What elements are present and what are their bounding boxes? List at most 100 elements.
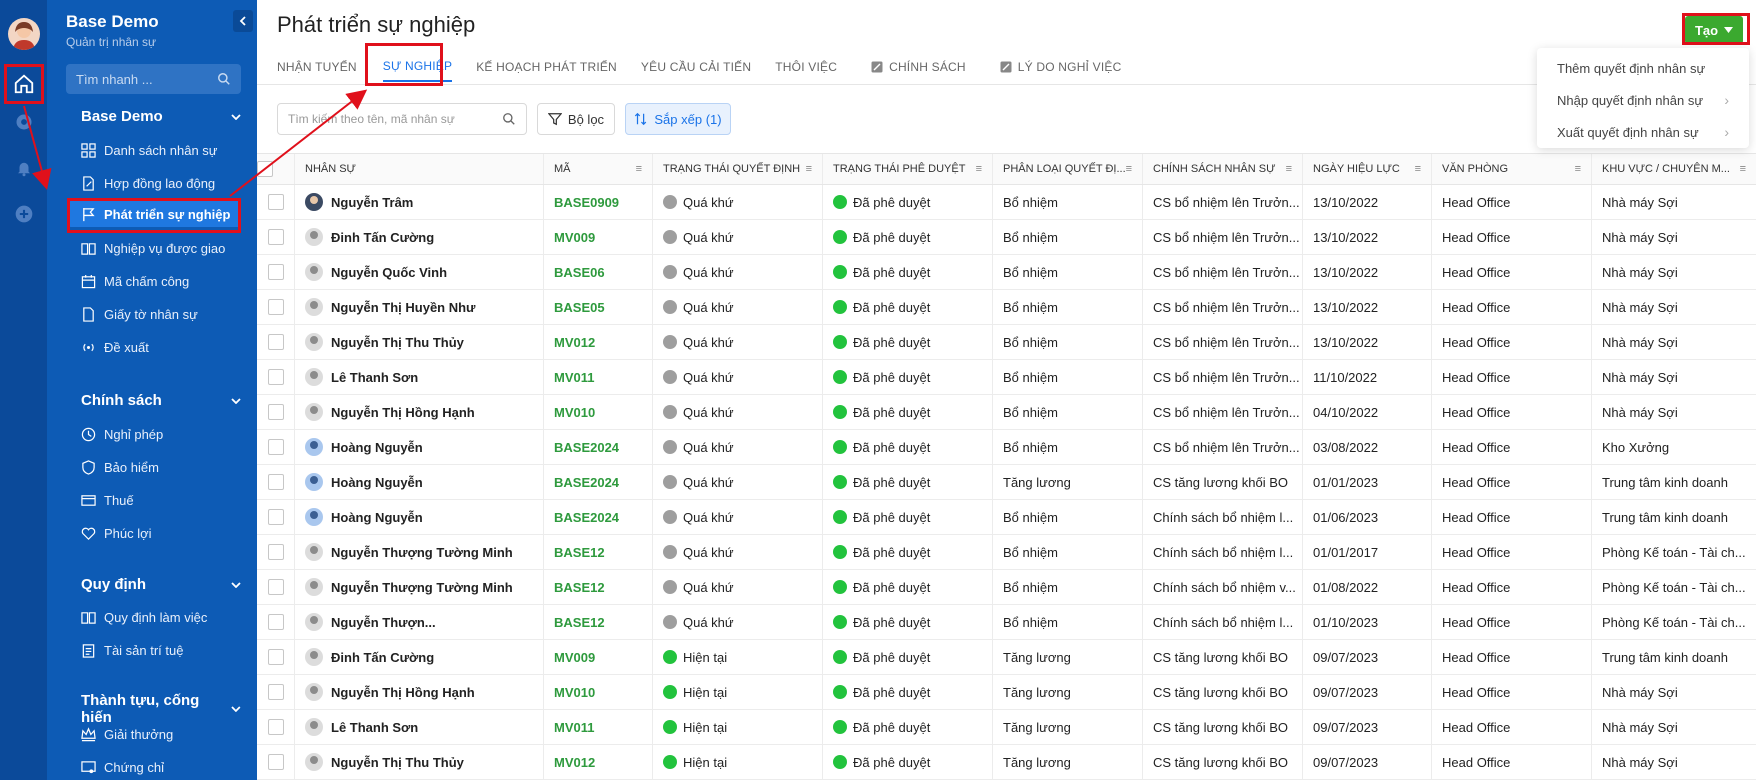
table-row[interactable]: Nguyễn Thượng Tường Minh BASE12 Quá khứ Đã …: [257, 570, 1756, 605]
bell-icon[interactable]: [8, 152, 40, 184]
table-row[interactable]: Lê Thanh Sơn MV011 Quá khứ Đã phê duyệt Bổ n…: [257, 360, 1756, 395]
employee-cell[interactable]: Lê Thanh Sơn: [295, 710, 544, 744]
employee-cell[interactable]: Đinh Tấn Cường: [295, 640, 544, 674]
row-checkbox[interactable]: [267, 194, 284, 210]
tab-recruitment[interactable]: NHẬN TUYỂN: [277, 52, 357, 82]
row-checkbox[interactable]: [267, 684, 284, 700]
sidebar-item-insurance[interactable]: Bảo hiểm: [81, 454, 241, 480]
table-row[interactable]: Đinh Tấn Cường MV009 Quá khứ Đã phê duyệt Bổ…: [257, 220, 1756, 255]
filter-button[interactable]: Bộ lọc: [537, 103, 615, 135]
table-row[interactable]: Nguyễn Thượn... BASE12 Quá khứ Đã phê duyệt…: [257, 605, 1756, 640]
sidebar-item-timekeeping-code[interactable]: Mã chấm công: [81, 268, 241, 294]
employee-cell[interactable]: Nguyễn Thị Thu Thủy: [295, 745, 544, 779]
row-checkbox[interactable]: [267, 509, 284, 525]
employee-cell[interactable]: Hoàng Nguyễn: [295, 500, 544, 534]
sidebar-section-policy[interactable]: Chính sách: [81, 392, 241, 409]
column-filter-icon[interactable]: ≡: [1286, 163, 1292, 175]
table-row[interactable]: Nguyễn Quốc Vinh BASE06 Quá khứ Đã phê duyệ…: [257, 255, 1756, 290]
row-checkbox[interactable]: [267, 264, 284, 280]
column-filter-icon[interactable]: ≡: [1126, 163, 1132, 175]
column-filter-icon[interactable]: ≡: [636, 163, 642, 175]
column-filter-icon[interactable]: ≡: [976, 163, 982, 175]
employee-cell[interactable]: Nguyễn Thị Thu Thủy: [295, 325, 544, 359]
menu-export-decision[interactable]: Xuất quyết định nhân sự ›: [1537, 116, 1749, 148]
header-office[interactable]: VĂN PHÒNG ≡: [1432, 154, 1592, 184]
header-employee[interactable]: NHÂN SỰ: [295, 154, 544, 184]
collapse-sidebar-button[interactable]: [233, 10, 253, 32]
header-area[interactable]: KHU VỰC / CHUYÊN M... ≡: [1592, 154, 1756, 184]
table-row[interactable]: Nguyễn Thị Thu Thủy MV012 Quá khứ Đã phê du…: [257, 325, 1756, 360]
employee-cell[interactable]: Nguyễn Quốc Vinh: [295, 255, 544, 289]
employee-search-input[interactable]: Tìm kiếm theo tên, mã nhân sự: [277, 103, 527, 135]
home-icon[interactable]: [8, 68, 40, 100]
column-filter-icon[interactable]: ≡: [1575, 163, 1581, 175]
employee-cell[interactable]: Nguyễn Thị Hồng Hạnh: [295, 675, 544, 709]
row-checkbox[interactable]: [267, 649, 284, 665]
table-row[interactable]: Nguyễn Thị Thu Thủy MV012 Hiện tại Đã phê d…: [257, 745, 1756, 780]
table-row[interactable]: Nguyễn Thị Hồng Hạnh MV010 Quá khứ Đã phê d…: [257, 395, 1756, 430]
employee-cell[interactable]: Nguyễn Thị Huyền Như: [295, 290, 544, 324]
sidebar-item-assigned-tasks[interactable]: Nghiệp vụ được giao: [81, 235, 241, 261]
sidebar-item-certificates[interactable]: Chứng chỉ: [81, 754, 241, 780]
row-checkbox[interactable]: [267, 439, 284, 455]
column-filter-icon[interactable]: ≡: [806, 163, 812, 175]
employee-cell[interactable]: Nguyễn Thị Hồng Hạnh: [295, 395, 544, 429]
row-checkbox[interactable]: [267, 404, 284, 420]
column-filter-icon[interactable]: ≡: [1740, 163, 1746, 175]
tab-improvement-request[interactable]: YÊU CẦU CẢI TIẾN: [641, 52, 751, 82]
sidebar-item-leave[interactable]: Nghỉ phép: [81, 421, 241, 447]
row-checkbox[interactable]: [267, 754, 284, 770]
tab-resignation[interactable]: THÔI VIỆC: [775, 52, 837, 82]
tab-career[interactable]: SỰ NGHIỆP: [382, 52, 453, 82]
table-row[interactable]: Nguyễn Thị Huyền Như BASE05 Quá khứ Đã phê …: [257, 290, 1756, 325]
employee-cell[interactable]: Nguyễn Thượng Tường Minh: [295, 570, 544, 604]
header-decision-status[interactable]: TRẠNG THÁI QUYẾT ĐỊNH ≡: [653, 154, 823, 184]
employee-cell[interactable]: Đinh Tấn Cường: [295, 220, 544, 254]
menu-add-decision[interactable]: Thêm quyết định nhân sự: [1537, 52, 1749, 84]
row-checkbox[interactable]: [267, 334, 284, 350]
table-row[interactable]: Nguyễn Trâm BASE0909 Quá khứ Đã phê duyệt Bổ…: [257, 185, 1756, 220]
row-checkbox[interactable]: [267, 719, 284, 735]
row-checkbox[interactable]: [267, 299, 284, 315]
header-effective-date[interactable]: NGÀY HIỆU LỰC ≡: [1303, 154, 1432, 184]
employee-cell[interactable]: Hoàng Nguyễn: [295, 465, 544, 499]
row-checkbox[interactable]: [267, 369, 284, 385]
employee-cell[interactable]: Nguyễn Thượng Tường Minh: [295, 535, 544, 569]
table-row[interactable]: Hoàng Nguyễn BASE2024 Quá khứ Đã phê duyệt B…: [257, 430, 1756, 465]
sidebar-item-intellectual-property[interactable]: Tài sản trí tuệ: [81, 637, 241, 663]
header-hr-policy[interactable]: CHÍNH SÁCH NHÂN SỰ ≡: [1143, 154, 1303, 184]
employee-cell[interactable]: Hoàng Nguyễn: [295, 430, 544, 464]
sidebar-item-hr-documents[interactable]: Giấy tờ nhân sự: [81, 301, 241, 327]
table-row[interactable]: Nguyễn Thị Hồng Hạnh MV010 Hiện tại Đã phê …: [257, 675, 1756, 710]
row-checkbox[interactable]: [267, 544, 284, 560]
column-filter-icon[interactable]: ≡: [1415, 163, 1421, 175]
table-row[interactable]: Đinh Tấn Cường MV009 Hiện tại Đã phê duyệt T…: [257, 640, 1756, 675]
user-avatar[interactable]: [8, 18, 40, 50]
tab-policy[interactable]: CHÍNH SÁCH: [871, 52, 966, 82]
table-row[interactable]: Nguyễn Thượng Tường Minh BASE12 Quá khứ Đã …: [257, 535, 1756, 570]
select-all-checkbox[interactable]: [257, 161, 273, 177]
sidebar-item-tax[interactable]: Thuế: [81, 487, 241, 513]
sidebar-item-career-development[interactable]: Phát triển sự nghiệp: [69, 201, 241, 227]
gear-icon[interactable]: [8, 106, 40, 138]
menu-import-decision[interactable]: Nhập quyết định nhân sự ›: [1537, 84, 1749, 116]
sidebar-section-regulations[interactable]: Quy định: [81, 576, 241, 593]
header-code[interactable]: MÃ ≡: [544, 154, 653, 184]
table-row[interactable]: Lê Thanh Sơn MV011 Hiện tại Đã phê duyệt Tăn…: [257, 710, 1756, 745]
sidebar-section-base-demo[interactable]: Base Demo: [81, 108, 241, 125]
sidebar-item-labor-contract[interactable]: Hợp đồng lao động: [81, 170, 241, 196]
table-row[interactable]: Hoàng Nguyễn BASE2024 Quá khứ Đã phê duyệt B…: [257, 500, 1756, 535]
row-checkbox[interactable]: [267, 474, 284, 490]
tab-resignation-reasons[interactable]: LÝ DO NGHỈ VIỆC: [1000, 52, 1122, 82]
header-decision-type[interactable]: PHÂN LOẠI QUYẾT ĐỊ... ≡: [993, 154, 1143, 184]
sidebar-item-employee-list[interactable]: Danh sách nhân sự: [81, 137, 241, 163]
employee-cell[interactable]: Nguyễn Thượn...: [295, 605, 544, 639]
sidebar-item-awards[interactable]: Giải thưởng: [81, 721, 241, 747]
sidebar-item-work-rules[interactable]: Quy định làm việc: [81, 604, 241, 630]
sidebar-item-welfare[interactable]: Phúc lợi: [81, 520, 241, 546]
plus-circle-icon[interactable]: [8, 198, 40, 230]
header-approval-status[interactable]: TRẠNG THÁI PHÊ DUYỆT ≡: [823, 154, 993, 184]
table-row[interactable]: Hoàng Nguyễn BASE2024 Quá khứ Đã phê duyệt T…: [257, 465, 1756, 500]
sidebar-item-proposals[interactable]: Đề xuất: [81, 334, 241, 360]
create-button[interactable]: Tạo: [1685, 16, 1743, 44]
